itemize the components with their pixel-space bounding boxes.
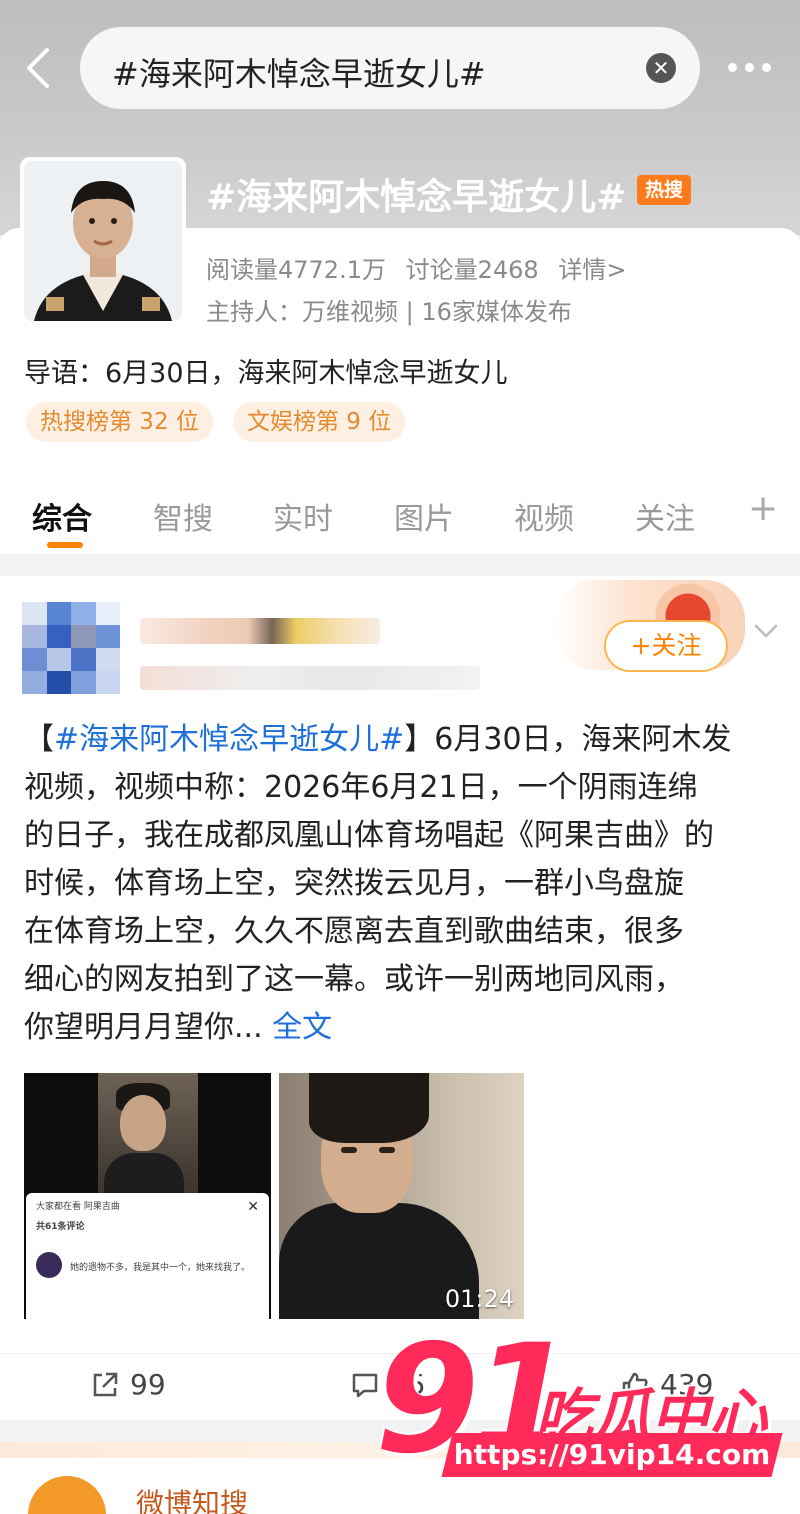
read-count: 阅读量4772.1万 [206,256,386,284]
sheet-title: 大家都在看 阿果吉曲 [36,1202,120,1212]
add-tab-icon[interactable]: + [748,488,778,529]
watermark-url-banner: https://91vip14.com [441,1433,783,1477]
post-line-4: 时候，体育场上空，突然拨云见月，一群小鸟盘旋 [24,866,684,901]
sheet-comment: 她的遗物不多，我是其中一个，她来找我了。 [70,1263,251,1273]
comment-sheet-screenshot: 大家都在看 阿果吉曲 ✕ 共61条评论 她的遗物不多，我是其中一个，她来找我了。 [26,1193,269,1319]
tab-bar: 综合 智搜 实时 图片 视频 关注 + [0,480,800,554]
post-line-7: 你望明月月望你... [24,1010,263,1045]
bracket-open: 【 [24,722,54,757]
close-icon: ✕ [247,1199,259,1215]
post-video-thumbnail[interactable]: 01:24 [279,1073,524,1319]
tab-realtime[interactable]: 实时 [273,494,333,538]
tab-videos[interactable]: 视频 [514,494,574,538]
details-link[interactable]: 详情> [558,256,626,284]
post-line-2: 视频，视频中称：2026年6月21日，一个阴雨连绵 [24,770,698,805]
watermark-url: https://91vip14.com [453,1438,771,1471]
post-body: 【#海来阿木悼念早逝女儿#】6月30日，海来阿木发 视频，视频中称：2026年6… [24,716,784,1052]
tab-images[interactable]: 图片 [394,494,454,538]
tab-following[interactable]: 关注 [635,494,695,538]
author-avatar[interactable] [22,602,120,694]
full-text-link[interactable]: 全文 [272,1010,332,1045]
post-hashtag[interactable]: #海来阿木悼念早逝女儿# [54,722,404,757]
repost-button[interactable]: 99 [90,1368,166,1401]
post-image-1[interactable]: 大家都在看 阿果吉曲 ✕ 共61条评论 她的遗物不多，我是其中一个，她来找我了。 [24,1073,271,1319]
more-menu-icon[interactable] [728,52,778,82]
repost-count: 99 [130,1368,166,1401]
hot-badge: 热搜 [637,175,691,205]
search-bar[interactable]: #海来阿木悼念早逝女儿# ✕ [80,27,700,109]
video-duration: 01:24 [444,1285,514,1313]
search-query[interactable]: #海来阿木悼念早逝女儿# [112,49,486,95]
watermark-logo: 91 吃瓜中心 https://91vip14.com [375,1325,800,1514]
topic-title: #海来阿木悼念早逝女儿# [206,177,627,218]
post-line-3: 的日子，我在成都凤凰山体育场唱起《阿果吉曲》的 [24,818,714,853]
hot-search-rank-badge[interactable]: 热搜榜第 32 位 [26,402,213,442]
topic-avatar[interactable] [20,157,186,325]
post-line-5: 在体育场上空，久久不愿离去直到歌曲结束，很多 [24,914,684,949]
entertainment-rank-badge[interactable]: 文娱榜第 9 位 [233,402,406,442]
topic-lead: 导语：6月30日，海来阿木悼念早逝女儿 [24,358,508,389]
commenter-avatar [36,1252,62,1278]
clear-icon[interactable]: ✕ [646,53,676,83]
topic-stats: 阅读量4772.1万 讨论量2468 详情> [206,250,638,285]
follow-button[interactable]: +关注 [604,620,728,672]
person-portrait-icon [24,161,182,321]
back-button[interactable] [18,48,58,88]
tab-comprehensive[interactable]: 综合 [32,494,92,538]
author-name-blurred[interactable] [140,618,380,644]
sheet-count: 共61条评论 [36,1222,85,1232]
discussion-count: 讨论量2468 [405,256,539,284]
chevron-left-icon [27,48,49,88]
share-icon [93,1372,118,1396]
post-card: +关注 【#海来阿木悼念早逝女儿#】6月30日，海来阿木发 视频，视频中称：20… [0,576,800,1420]
chevron-down-icon[interactable] [752,616,780,644]
next-post-author[interactable]: 微博知搜 [136,1482,248,1514]
next-post-avatar[interactable] [28,1476,106,1514]
post-line-6: 细心的网友拍到了这一幕。或许一别两地同风雨， [24,962,684,997]
tab-smart-search[interactable]: 智搜 [153,494,213,538]
post-meta-blurred [140,666,480,690]
active-tab-indicator [47,542,83,548]
post-line-1: 6月30日，海来阿木发 [434,722,732,757]
bracket-close: 】 [404,722,435,757]
topic-host[interactable]: 主持人：万维视频 | 16家媒体发布 [206,292,572,327]
